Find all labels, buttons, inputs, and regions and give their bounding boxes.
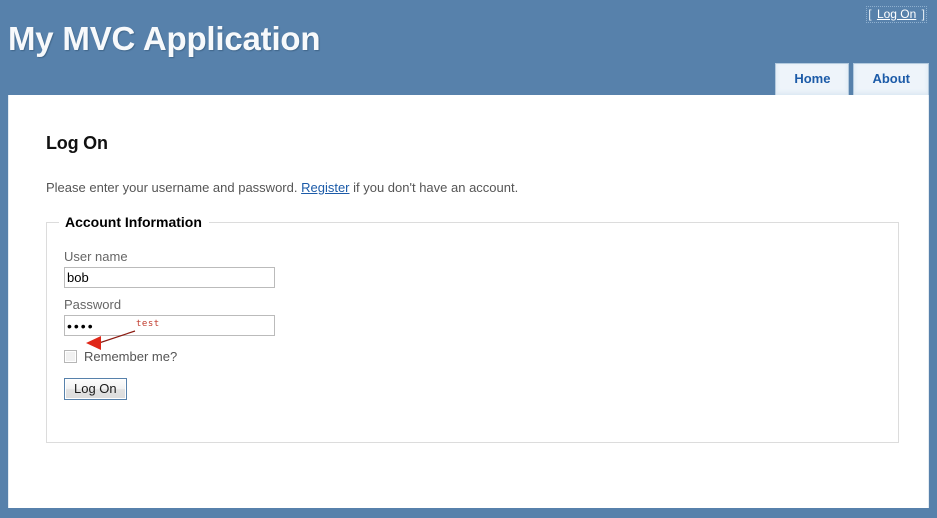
- fieldset-legend: Account Information: [65, 214, 202, 230]
- logon-status-display: [ Log On ]: [866, 6, 927, 23]
- username-input[interactable]: [64, 267, 275, 288]
- logon-submit-button[interactable]: Log On: [64, 378, 127, 400]
- password-label: Password: [64, 297, 122, 312]
- main-content-panel: Log On Please enter your username and pa…: [8, 95, 929, 508]
- account-information-fieldset: Account Information User name Password R…: [46, 214, 899, 443]
- site-header: [ Log On ] My MVC Application Home About: [0, 0, 937, 95]
- register-link[interactable]: Register: [301, 180, 349, 195]
- nav-tab-home[interactable]: Home: [775, 63, 850, 95]
- username-label: User name: [64, 249, 128, 264]
- logon-open-bracket: [: [868, 7, 872, 21]
- intro-paragraph: Please enter your username and password.…: [46, 180, 900, 196]
- main-navigation: Home About: [775, 63, 929, 95]
- site-title: My MVC Application: [8, 20, 321, 57]
- remember-me-label[interactable]: Remember me?: [84, 349, 177, 364]
- nav-tab-about[interactable]: About: [853, 63, 929, 95]
- page-title: Log On: [46, 133, 108, 153]
- remember-me-checkbox[interactable]: [64, 350, 77, 363]
- intro-prefix-text: Please enter your username and password.: [46, 180, 302, 195]
- page-root: [ Log On ] My MVC Application Home About…: [0, 0, 937, 518]
- intro-suffix-text: if you don't have an account.: [349, 180, 519, 195]
- logon-link[interactable]: Log On: [875, 7, 918, 21]
- password-input[interactable]: [64, 315, 275, 336]
- remember-me-row: Remember me?: [64, 349, 898, 364]
- logon-close-bracket: ]: [921, 7, 925, 21]
- content-area: Log On Please enter your username and pa…: [9, 95, 928, 443]
